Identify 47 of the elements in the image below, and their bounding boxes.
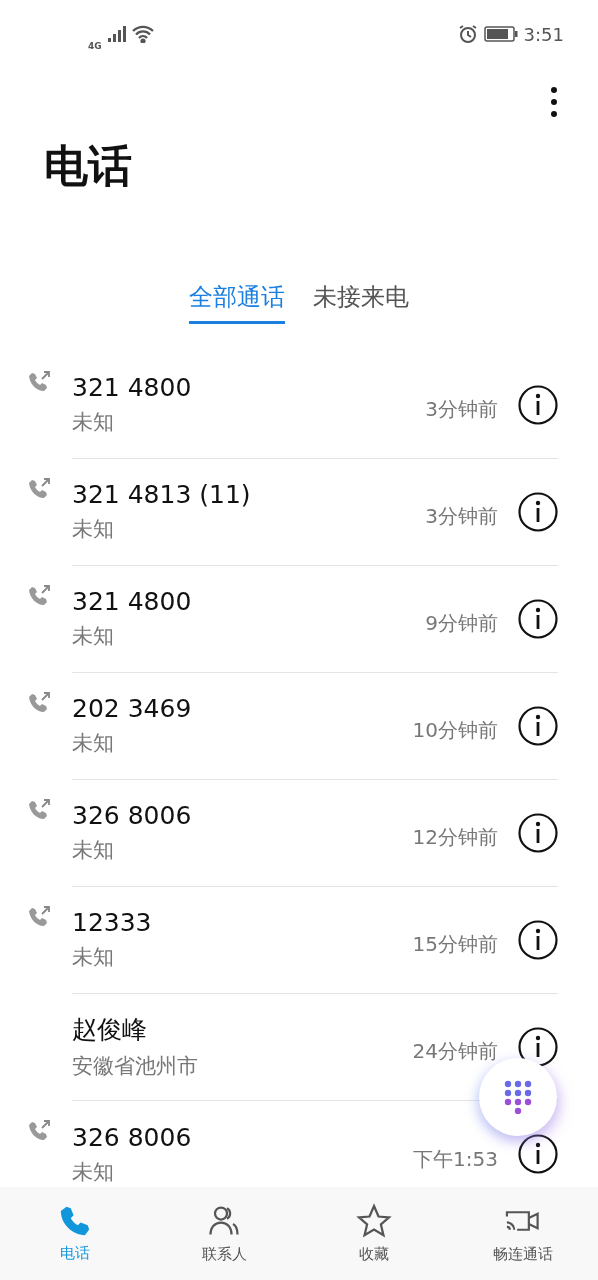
clock: 3:51 — [523, 23, 564, 45]
nav-tab[interactable]: 联系人 — [149, 1187, 299, 1280]
nav-tab[interactable]: 收藏 — [299, 1187, 449, 1280]
caller-name: 赵俊峰 — [72, 1014, 148, 1047]
signal-icon — [107, 26, 126, 42]
caller-location: 未知 — [72, 623, 115, 651]
wifi-icon — [131, 25, 154, 43]
info-icon[interactable] — [518, 812, 558, 853]
call-time: 3分钟前 — [425, 503, 498, 531]
tab[interactable]: 全部通话 — [189, 280, 285, 324]
call-time: 下午1:53 — [413, 1145, 498, 1173]
battery-icon — [483, 26, 518, 42]
caller-name: 321 4800 — [72, 587, 193, 617]
caller-name: 321 4813 (11) — [72, 480, 252, 510]
caller-location: 未知 — [72, 516, 115, 544]
star-icon — [355, 1203, 392, 1239]
call-time: 10分钟前 — [412, 717, 498, 745]
network-type: 4G — [88, 41, 102, 51]
info-icon[interactable] — [518, 919, 558, 960]
info-icon[interactable] — [518, 491, 558, 532]
dialpad-icon — [504, 1080, 532, 1114]
caller-name: 326 8006 — [72, 1122, 193, 1152]
caller-location: 未知 — [72, 837, 115, 865]
call-time: 24分钟前 — [412, 1038, 498, 1066]
info-icon[interactable] — [518, 1134, 558, 1175]
nav-tab[interactable]: 畅连通话 — [448, 1187, 598, 1280]
info-icon[interactable] — [518, 598, 558, 639]
call-time: 15分钟前 — [412, 931, 498, 959]
alarm-icon — [457, 24, 478, 44]
info-icon[interactable] — [518, 1026, 558, 1067]
caller-name: 12333 — [72, 908, 153, 938]
tab[interactable]: 未接来电 — [313, 280, 409, 324]
call-time: 12分钟前 — [412, 824, 498, 852]
caller-location: 安徽省池州市 — [72, 1053, 199, 1081]
caller-location: 未知 — [72, 1158, 115, 1186]
page-title: 电话 — [44, 140, 133, 193]
caller-name: 326 8006 — [72, 801, 193, 831]
caller-location: 未知 — [72, 730, 115, 758]
caller-name: 202 3469 — [72, 694, 193, 724]
info-icon[interactable] — [518, 384, 558, 425]
caller-location: 未知 — [72, 944, 115, 972]
caller-location: 未知 — [72, 409, 115, 437]
call-time: 3分钟前 — [425, 396, 498, 424]
info-icon[interactable] — [518, 705, 558, 746]
call-time: 9分钟前 — [425, 610, 498, 638]
caller-name: 321 4800 — [72, 373, 193, 403]
more-options-icon[interactable] — [550, 86, 558, 118]
